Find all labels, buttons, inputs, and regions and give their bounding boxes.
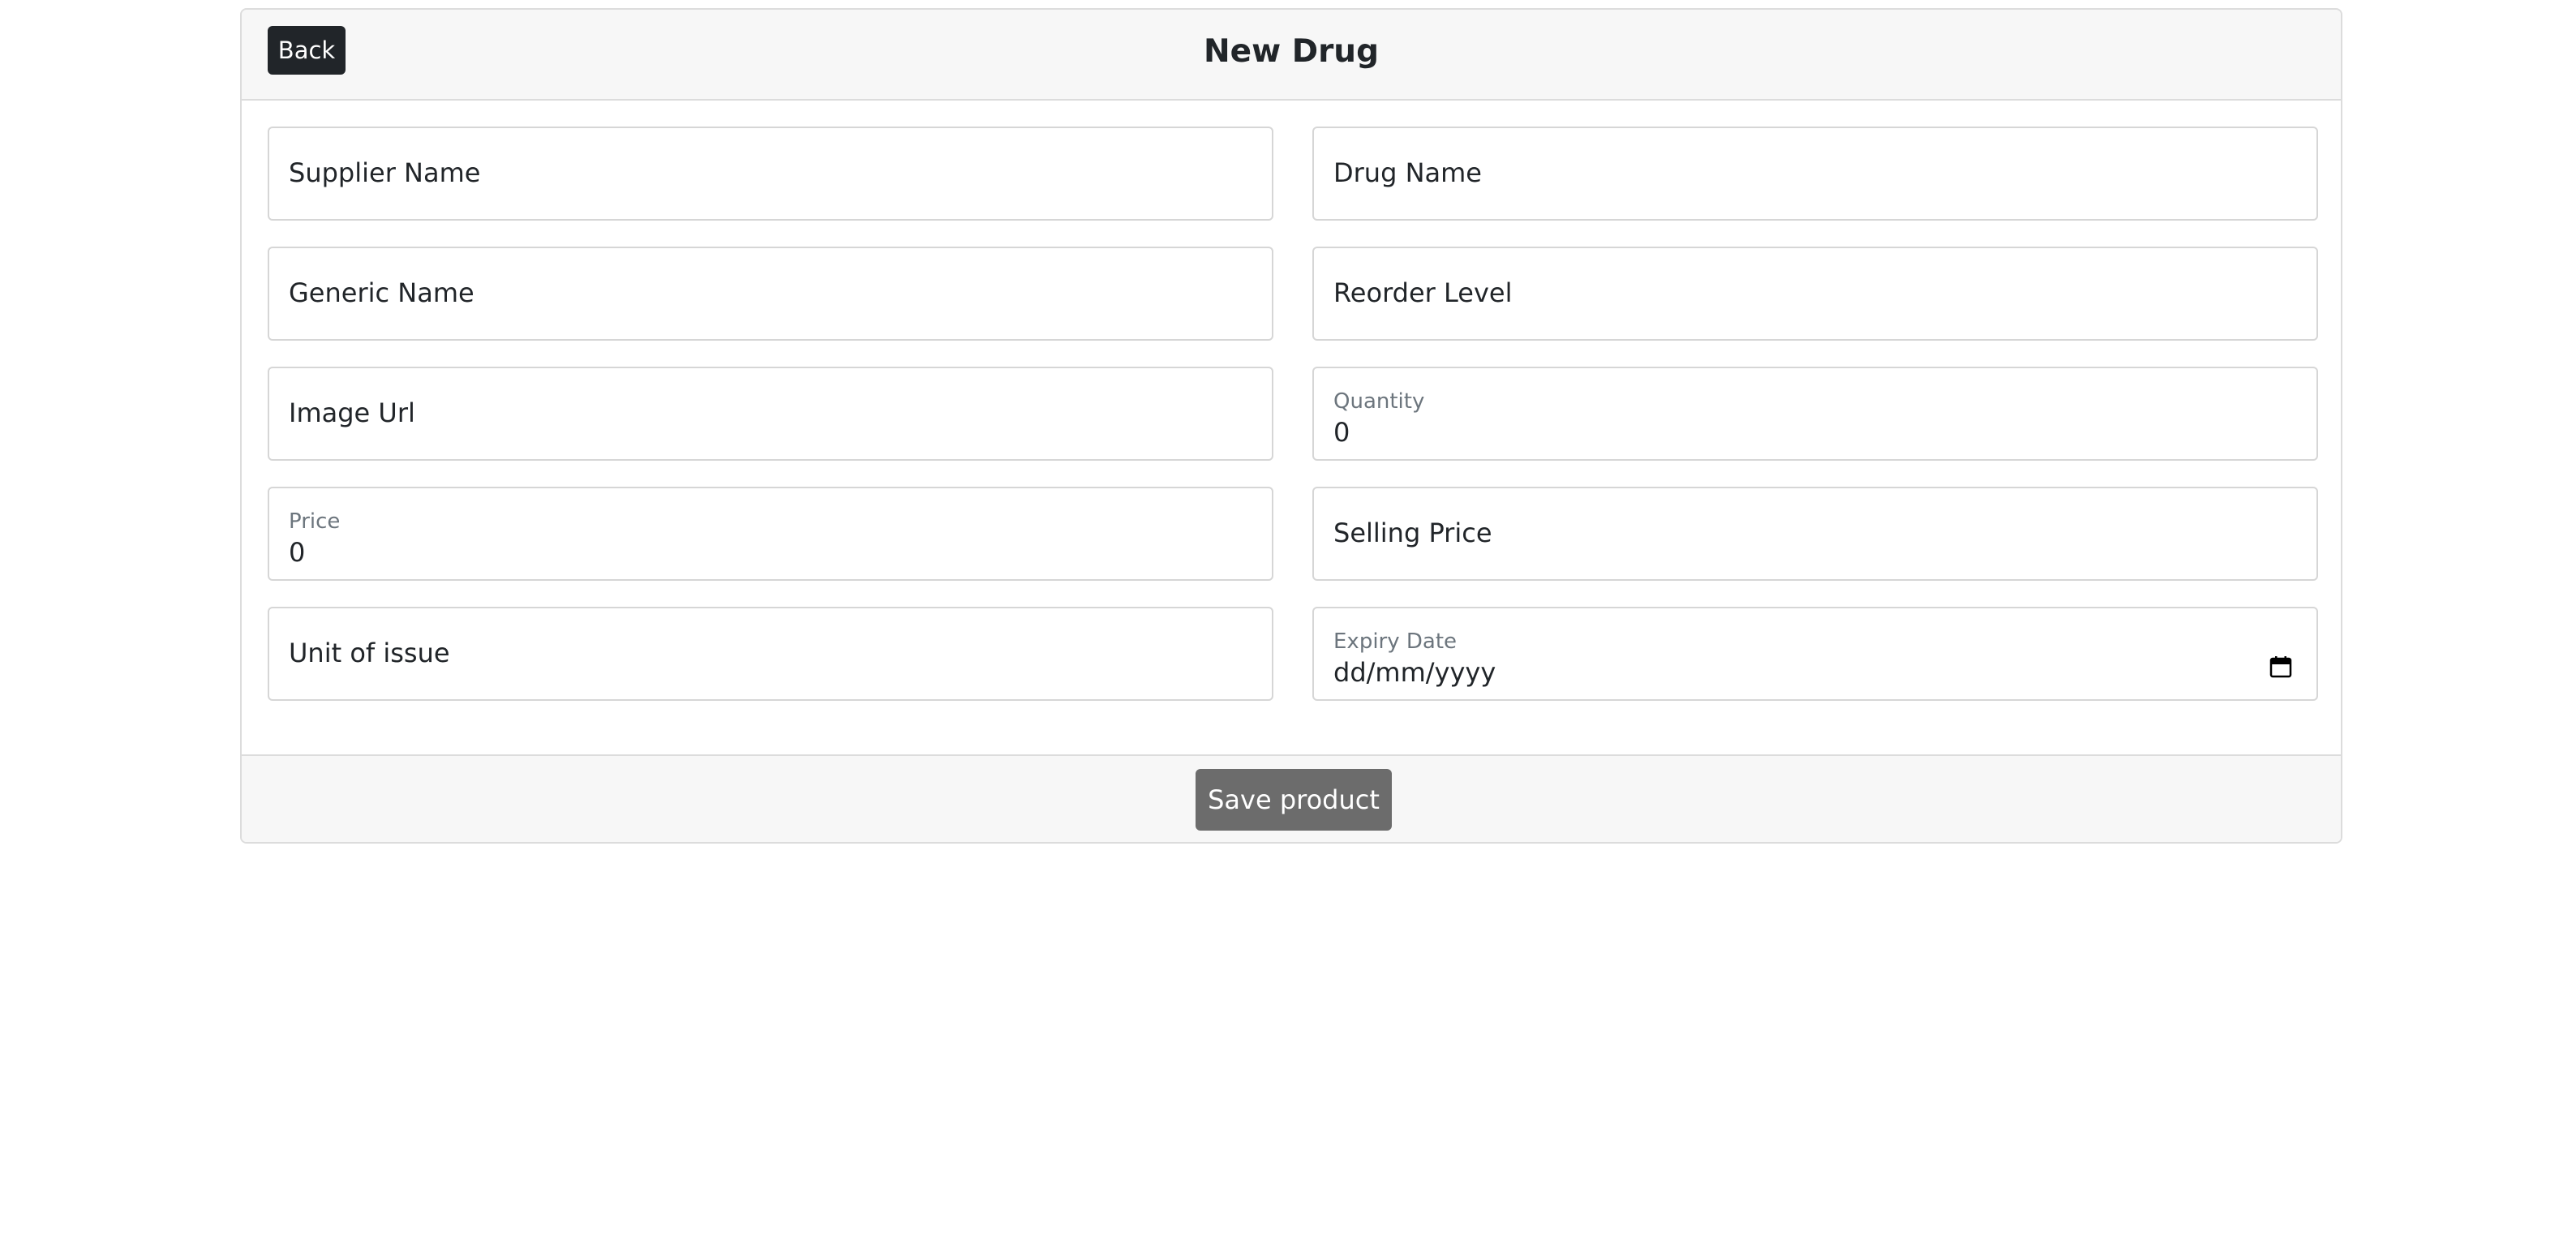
card-footer: Save product: [242, 754, 2341, 842]
quantity-field[interactable]: Quantity 0: [1312, 367, 2318, 461]
unit-of-issue-placeholder: Unit of issue: [289, 638, 450, 668]
card-header: Back New Drug: [242, 10, 2341, 101]
unit-of-issue-field[interactable]: Unit of issue: [268, 607, 1273, 701]
generic-name-placeholder: Generic Name: [289, 277, 474, 308]
page-title: New Drug: [1204, 33, 1379, 70]
selling-price-field[interactable]: Selling Price: [1312, 487, 2318, 581]
quantity-value: 0: [1333, 417, 1350, 448]
supplier-name-field[interactable]: Supplier Name: [268, 127, 1273, 221]
selling-price-placeholder: Selling Price: [1333, 518, 1492, 548]
save-product-button[interactable]: Save product: [1196, 769, 1392, 831]
new-drug-card: Back New Drug Supplier Name Drug Name Ge…: [240, 8, 2342, 844]
expiry-date-field[interactable]: Expiry Date dd/mm/yyyy: [1312, 607, 2318, 701]
expiry-date-label: Expiry Date: [1333, 629, 1458, 654]
reorder-level-field[interactable]: Reorder Level: [1312, 247, 2318, 341]
quantity-label: Quantity: [1333, 389, 1425, 414]
price-field[interactable]: Price 0: [268, 487, 1273, 581]
supplier-name-placeholder: Supplier Name: [289, 157, 481, 188]
drug-name-field[interactable]: Drug Name: [1312, 127, 2318, 221]
price-label: Price: [289, 509, 341, 534]
drug-name-placeholder: Drug Name: [1333, 157, 1482, 188]
calendar-icon[interactable]: [2269, 655, 2292, 678]
reorder-level-placeholder: Reorder Level: [1333, 277, 1513, 308]
image-url-field[interactable]: Image Url: [268, 367, 1273, 461]
price-value: 0: [289, 537, 306, 568]
image-url-placeholder: Image Url: [289, 397, 415, 428]
expiry-date-value: dd/mm/yyyy: [1333, 657, 1496, 688]
generic-name-field[interactable]: Generic Name: [268, 247, 1273, 341]
